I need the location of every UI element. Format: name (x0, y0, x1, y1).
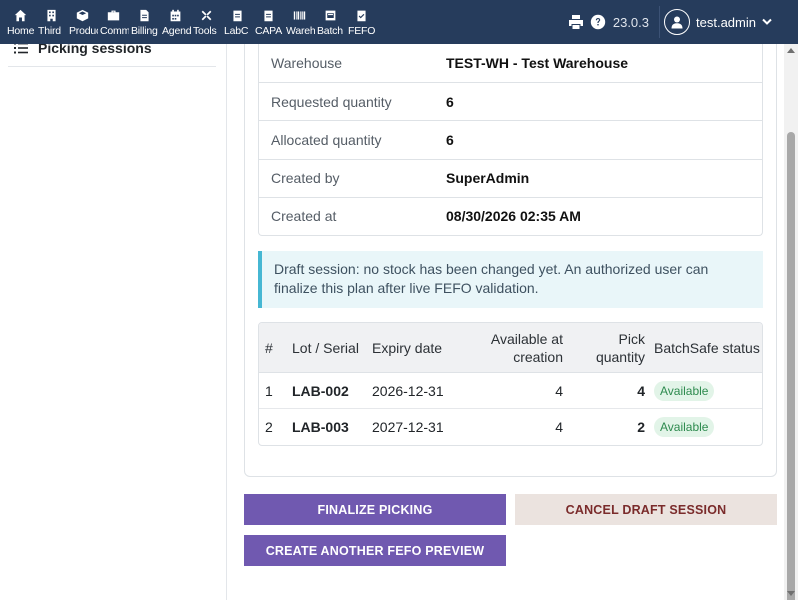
draft-session-alert: Draft session: no stock has been changed… (258, 251, 763, 308)
nav-item-label: CAPA (255, 25, 283, 37)
row-number: 1 (265, 382, 273, 399)
lot-serial: LAB-002 (292, 382, 349, 399)
nav-item-commerce[interactable]: Commerce (98, 0, 129, 44)
nav-item-label: Home (7, 25, 35, 37)
home-icon (14, 8, 28, 22)
detail-label: Created by (271, 170, 340, 187)
top-right-toolbar: 23.0.3 test.admin (567, 0, 798, 44)
nav-item-label: Billing (131, 25, 158, 37)
detail-row-warehouse: Warehouse TEST-WH - Test Warehouse (259, 44, 762, 82)
detail-row-requested-quantity: Requested quantity 6 (259, 82, 762, 120)
sidebar: Picking sessions (0, 0, 227, 600)
session-details-table: Warehouse TEST-WH - Test Warehouse Reque… (258, 44, 763, 236)
nav-item-labc[interactable]: LabC (222, 0, 253, 44)
status-cell: Available (653, 380, 762, 401)
clipboard-check-icon (355, 8, 369, 22)
user-menu[interactable]: test.admin (659, 6, 798, 38)
column-header-expiry: Expiry date (372, 339, 443, 356)
scroll-up-arrow-icon[interactable] (787, 48, 795, 53)
nav-item-batch[interactable]: Batch (315, 0, 346, 44)
status-badge: Available (654, 380, 715, 401)
detail-label: Warehouse (271, 55, 343, 72)
nav-item-tools[interactable]: Tools (191, 0, 222, 44)
column-header-lot: Lot / Serial (292, 339, 359, 356)
lots-table: # Lot / Serial Expiry date Available at … (258, 322, 763, 446)
column-header-pick-quantity: Pick quantity (595, 330, 645, 365)
row-number: 2 (265, 419, 273, 435)
cancel-draft-session-button[interactable]: CANCEL DRAFT SESSION (515, 494, 777, 525)
nav-item-label: Agenda (162, 25, 191, 37)
nav-item-label: Products (69, 25, 98, 37)
pick-quantity: 2 (637, 419, 645, 435)
detail-label: Created at (271, 208, 337, 225)
column-header-number: # (265, 339, 273, 356)
print-icon[interactable] (567, 13, 585, 31)
detail-label: Requested quantity (271, 93, 392, 110)
detail-row-created-at: Created at 08/30/2026 02:35 AM (259, 196, 762, 235)
status-badge: Available (654, 417, 715, 437)
nav-item-products[interactable]: Products (67, 0, 98, 44)
nav-item-billing[interactable]: Billing (129, 0, 160, 44)
calendar-icon (169, 8, 183, 22)
nav-item-label: Tools (193, 25, 217, 37)
pick-quantity: 4 (637, 382, 645, 399)
status-cell: Available (653, 417, 762, 437)
create-another-fefo-preview-button[interactable]: CREATE ANOTHER FEFO PREVIEW (244, 535, 506, 566)
nav-item-label: LabC (224, 25, 249, 37)
column-header-available: Available at creation (490, 330, 563, 365)
detail-value: 6 (446, 93, 454, 110)
table-row: 1 LAB-002 2026-12-31 4 4 Available (259, 373, 762, 409)
invoice-icon (138, 8, 152, 22)
expiry-date: 2026-12-31 (372, 382, 444, 399)
scroll-down-arrow-icon[interactable] (787, 591, 795, 596)
detail-value: SuperAdmin (446, 170, 530, 187)
detail-value: 08/30/2026 02:35 AM (446, 208, 581, 225)
top-navigation-bar: Home Third Products Commerce Billing Age… (0, 0, 798, 44)
lots-table-header: # Lot / Serial Expiry date Available at … (259, 323, 762, 373)
expiry-date: 2027-12-31 (372, 419, 444, 435)
briefcase-icon (107, 8, 121, 22)
column-header-status: BatchSafe status (654, 339, 760, 356)
detail-row-allocated-quantity: Allocated quantity 6 (259, 120, 762, 158)
finalize-picking-button[interactable]: FINALIZE PICKING (244, 494, 506, 525)
nav-item-agenda[interactable]: Agenda (160, 0, 191, 44)
building-icon (45, 8, 59, 22)
main-content: Warehouse TEST-WH - Test Warehouse Reque… (227, 0, 784, 600)
username: test.admin (696, 14, 756, 30)
nav-item-fefo[interactable]: FEFO (346, 0, 377, 44)
cube-icon (76, 8, 90, 22)
nav-item-label: Batch (317, 25, 343, 37)
detail-label: Allocated quantity (271, 131, 382, 148)
nav-item-label: FEFO (348, 25, 376, 37)
batch-icon (324, 8, 338, 22)
lot-serial: LAB-003 (292, 419, 349, 435)
page-scrollbar[interactable] (784, 44, 798, 600)
clipboard-icon (262, 8, 276, 22)
nav-item-third[interactable]: Third (36, 0, 67, 44)
top-menu: Home Third Products Commerce Billing Age… (0, 0, 377, 44)
nav-item-label: Commerce (100, 25, 129, 37)
nav-item-label: Warehouse (286, 25, 315, 37)
table-row: 2 LAB-003 2027-12-31 4 2 Available (259, 409, 762, 445)
barcode-icon (293, 8, 307, 22)
scrollbar-thumb[interactable] (787, 132, 795, 600)
clipboard-icon (231, 8, 245, 22)
help-icon[interactable] (589, 13, 607, 31)
available-quantity: 4 (555, 382, 563, 399)
nav-item-home[interactable]: Home (5, 0, 36, 44)
nav-item-label: Third (38, 25, 61, 37)
chevron-down-icon (762, 18, 772, 25)
nav-item-capa[interactable]: CAPA (253, 0, 284, 44)
nav-item-warehouse[interactable]: Warehouse (284, 0, 315, 44)
available-quantity: 4 (555, 419, 563, 435)
user-avatar-icon (664, 9, 691, 35)
detail-value: 6 (446, 131, 454, 148)
detail-value: TEST-WH - Test Warehouse (446, 55, 629, 72)
detail-row-created-by: Created by SuperAdmin (259, 158, 762, 197)
tools-icon (200, 8, 214, 22)
version-label: 23.0.3 (612, 14, 650, 30)
